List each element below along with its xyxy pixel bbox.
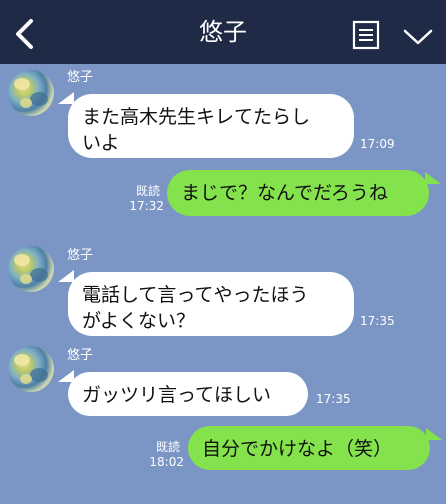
message-bubble[interactable]: また高木先生キレてたらし いよ xyxy=(68,94,354,158)
message-text-line: がよくない？ xyxy=(82,310,196,332)
message-text-line: 電話して言ってやったほう xyxy=(82,284,309,306)
message-time: 18:02 xyxy=(149,455,184,469)
avatar[interactable] xyxy=(8,70,54,116)
bubble-tail xyxy=(58,92,74,104)
message-bubble[interactable]: まじで？なんでだろうね xyxy=(167,170,429,216)
chat-header: 悠子 xyxy=(0,0,446,64)
message-bubble[interactable]: ガッツリ言ってほしい xyxy=(68,372,308,416)
memo-list-icon[interactable] xyxy=(352,20,380,50)
read-receipt: 既読 xyxy=(155,440,180,454)
message-bubble[interactable]: 自分でかけなよ（笑） xyxy=(188,426,430,470)
message-text: ガッツリ言ってほしい xyxy=(82,384,272,406)
message-text-line: いよ xyxy=(82,132,120,154)
avatar[interactable] xyxy=(8,346,54,392)
message-bubble[interactable]: 電話して言ってやったほう がよくない？ xyxy=(68,272,354,336)
chevron-down-icon[interactable] xyxy=(402,26,434,48)
bubble-tail xyxy=(58,270,74,282)
sender-name: 悠子 xyxy=(67,348,94,363)
message-text: まじで？なんでだろうね xyxy=(181,182,388,204)
sender-name: 悠子 xyxy=(67,248,94,263)
message-text: 自分でかけなよ（笑） xyxy=(202,438,393,460)
bubble-tail xyxy=(425,172,441,184)
message-time: 17:35 xyxy=(360,314,395,328)
sender-name: 悠子 xyxy=(67,70,94,85)
bubble-tail xyxy=(426,428,442,440)
message-time: 17:09 xyxy=(360,137,395,151)
avatar[interactable] xyxy=(8,246,54,292)
message-time: 17:32 xyxy=(129,199,164,213)
read-receipt: 既読 xyxy=(135,184,160,198)
message-time: 17:35 xyxy=(316,392,351,406)
message-text-line: また高木先生キレてたらし xyxy=(82,106,311,128)
